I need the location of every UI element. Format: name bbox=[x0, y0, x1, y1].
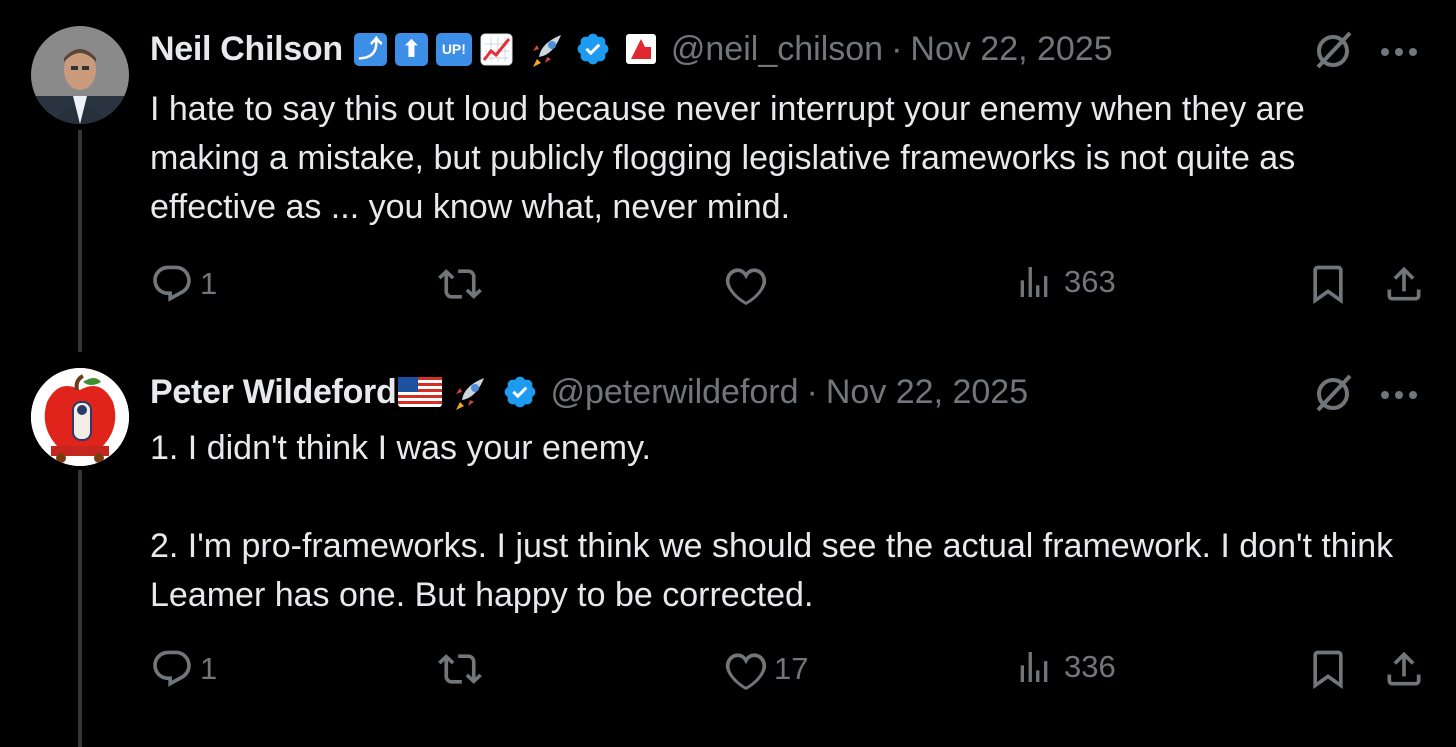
share-icon bbox=[1387, 266, 1421, 301]
like-button[interactable]: 17 bbox=[724, 647, 808, 691]
rocket-emoji bbox=[527, 29, 567, 69]
tweet-date[interactable]: Nov 22, 2025 bbox=[910, 27, 1112, 71]
avatar-image bbox=[31, 368, 129, 466]
tweet-2-spacer bbox=[150, 473, 1400, 522]
grok-icon[interactable] bbox=[1312, 27, 1358, 78]
dot-separator: · bbox=[806, 373, 818, 411]
heart-icon bbox=[725, 268, 767, 306]
up-button-emoji: UP! bbox=[435, 32, 472, 66]
avatar-image bbox=[31, 26, 129, 124]
bookmark-button[interactable] bbox=[1306, 262, 1350, 306]
grok-icon[interactable] bbox=[1312, 370, 1358, 421]
red-flag-logo bbox=[625, 33, 657, 65]
view-count: 336 bbox=[1064, 649, 1116, 684]
tweet-1-header: Neil Chilson ⤴ ⬆ UP! @neil_chilson · Nov… bbox=[150, 27, 1113, 71]
share-button[interactable] bbox=[1382, 647, 1426, 691]
avatar-neil-chilson[interactable] bbox=[31, 26, 129, 124]
author-handle[interactable]: @neil_chilson bbox=[671, 27, 883, 71]
repost-icon bbox=[438, 654, 482, 684]
like-count: 17 bbox=[774, 651, 809, 686]
share-icon bbox=[1387, 651, 1421, 686]
tweet-2-line-1: 1. I didn't think I was your enemy. bbox=[150, 429, 651, 467]
views-button[interactable]: 336 bbox=[1014, 647, 1116, 687]
tweet-2-line-3: 2. I'm pro-frameworks. I just think we s… bbox=[150, 527, 1394, 614]
rocket-emoji bbox=[450, 372, 490, 412]
reply-button[interactable]: 1 bbox=[150, 647, 217, 691]
repost-button[interactable] bbox=[438, 647, 488, 691]
tweet-2-text: 1. I didn't think I was your enemy. 2. I… bbox=[150, 424, 1400, 620]
us-flag-emoji bbox=[398, 377, 443, 407]
reply-icon bbox=[153, 265, 191, 302]
tweet-2-top-actions bbox=[1312, 370, 1418, 421]
chart-increasing-emoji bbox=[480, 33, 513, 66]
more-options-icon[interactable] bbox=[1380, 387, 1418, 405]
more-options-icon[interactable] bbox=[1380, 44, 1418, 62]
avatar-peter-wildeford[interactable] bbox=[31, 368, 129, 466]
tweet-2-actions: 1 17 336 bbox=[150, 647, 1430, 697]
author-name[interactable]: Neil Chilson bbox=[150, 27, 343, 71]
thread-line-top bbox=[78, 130, 82, 352]
dot-separator: · bbox=[891, 30, 903, 68]
reply-count: 1 bbox=[200, 266, 218, 301]
heart-icon bbox=[725, 653, 767, 691]
tweet-2-header: Peter Wildeford @peterwildeford · Nov 22… bbox=[150, 370, 1028, 414]
verified-badge[interactable] bbox=[502, 374, 538, 410]
reply-button[interactable]: 1 bbox=[150, 262, 217, 306]
views-button[interactable]: 363 bbox=[1014, 262, 1116, 302]
tweet-1-top-actions bbox=[1312, 27, 1418, 78]
author-name[interactable]: Peter Wildeford bbox=[150, 370, 397, 414]
thread-line-bottom bbox=[78, 470, 82, 747]
bookmark-icon bbox=[1313, 265, 1343, 305]
reply-icon bbox=[153, 650, 191, 687]
view-count: 363 bbox=[1064, 264, 1116, 299]
views-icon bbox=[1020, 267, 1048, 297]
arrow-up-emoji: ⬆ bbox=[394, 32, 428, 66]
like-button[interactable] bbox=[724, 262, 774, 306]
author-handle[interactable]: @peterwildeford bbox=[550, 370, 798, 414]
tweet-date[interactable]: Nov 22, 2025 bbox=[826, 370, 1028, 414]
verified-badge[interactable] bbox=[575, 31, 611, 67]
tweet-1-actions: 1 363 bbox=[150, 262, 1430, 312]
arrow-turn-up-emoji: ⤴ bbox=[353, 32, 387, 66]
bookmark-button[interactable] bbox=[1306, 647, 1350, 691]
tweet-1-text: I hate to say this out loud because neve… bbox=[150, 90, 1305, 226]
share-button[interactable] bbox=[1382, 262, 1426, 306]
bookmark-icon bbox=[1313, 650, 1343, 690]
repost-icon bbox=[438, 269, 482, 299]
repost-button[interactable] bbox=[438, 262, 488, 306]
views-icon bbox=[1020, 652, 1048, 682]
reply-count: 1 bbox=[200, 651, 218, 686]
